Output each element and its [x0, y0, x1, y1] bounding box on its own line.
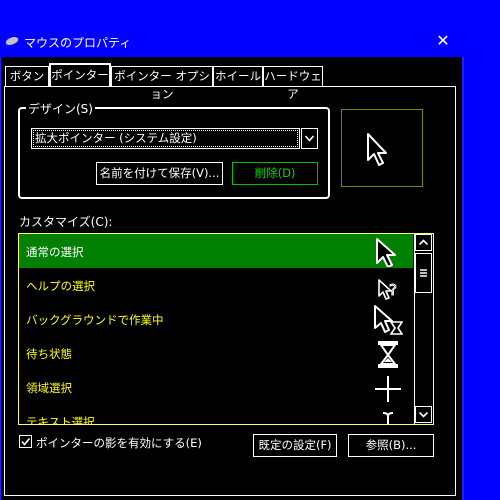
mouse-icon: [5, 37, 19, 45]
desktop-background-top: [0, 0, 464, 27]
design-group-label: デザイン(S): [26, 100, 95, 117]
arrow-cursor-icon: [367, 133, 387, 166]
design-group: [18, 107, 330, 199]
save-as-button[interactable]: 名前を付けて保存(V)...: [96, 162, 223, 185]
chevron-up-icon: [418, 239, 429, 246]
help-cursor-icon: ?: [378, 279, 397, 300]
list-item-label: ヘルプの選択: [26, 279, 95, 293]
checkmark-icon: [21, 437, 31, 446]
precision-crosshair-cursor-icon: [375, 376, 401, 402]
list-item-label: 領域選択: [26, 381, 72, 395]
tab-buttons[interactable]: ボタン: [5, 66, 49, 86]
list-item[interactable]: テキスト選択: [19, 404, 413, 424]
delete-button[interactable]: 削除(D): [232, 162, 318, 185]
desktop-background-right: [464, 0, 500, 500]
pointer-preview: [341, 109, 423, 187]
text-beam-cursor-icon: [382, 412, 394, 424]
tab-wheel[interactable]: ホイール: [213, 66, 263, 86]
shadow-checkbox-label[interactable]: ポインターの影を有効にする(E): [36, 435, 202, 451]
scheme-value[interactable]: 拡大ポインター (システム設定): [33, 130, 298, 147]
scroll-thumb[interactable]: [415, 253, 432, 293]
chevron-down-icon: [304, 135, 315, 142]
svg-text:?: ?: [389, 281, 397, 299]
list-item[interactable]: ヘルプの選択 ?: [19, 268, 413, 302]
list-item-label: 待ち状態: [26, 347, 72, 361]
tab-pointers[interactable]: ポインター: [49, 63, 111, 87]
arrow-cursor-icon: [376, 238, 396, 267]
list-item-label: 通常の選択: [26, 245, 84, 259]
window-title: マウスのプロパティ: [24, 36, 132, 50]
tab-hardware[interactable]: ハードウェア: [263, 66, 323, 101]
close-button[interactable]: ✕: [426, 28, 460, 54]
grip-icon: [420, 269, 427, 277]
list-item[interactable]: 領域選択: [19, 370, 413, 404]
tab-pointer-options[interactable]: ポインター オプション: [111, 66, 213, 101]
shadow-checkbox[interactable]: [19, 435, 32, 448]
scroll-down-button[interactable]: [415, 406, 432, 423]
scheme-dropdown-button[interactable]: [301, 128, 318, 149]
browse-button[interactable]: 参照(B)...: [348, 434, 434, 457]
list-item-label: テキスト選択: [26, 415, 95, 424]
list-item-label: バックグラウンドで作業中: [26, 313, 164, 327]
working-in-background-cursor-icon: [374, 305, 403, 335]
use-default-button[interactable]: 既定の設定(F): [253, 434, 337, 457]
list-item[interactable]: 待ち状態: [19, 336, 413, 370]
scroll-up-button[interactable]: [415, 234, 432, 251]
customize-label: カスタマイズ(C):: [19, 215, 113, 229]
chevron-down-icon: [418, 411, 429, 418]
busy-hourglass-cursor-icon: [378, 341, 398, 368]
list-item[interactable]: バックグラウンドで作業中: [19, 302, 413, 336]
list-item[interactable]: 通常の選択: [19, 234, 413, 268]
